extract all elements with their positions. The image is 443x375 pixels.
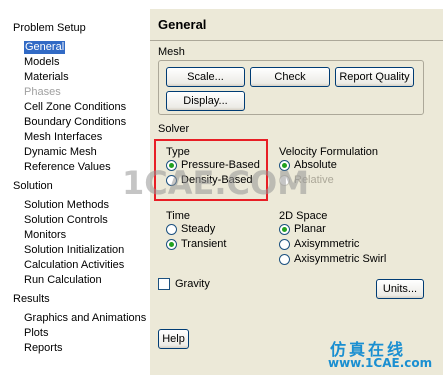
steady-label: Steady: [181, 223, 216, 235]
nav-item-calculation-activities[interactable]: Calculation Activities: [24, 259, 124, 272]
nav-solution[interactable]: Solution: [13, 180, 53, 193]
nav-item-boundary-conditions[interactable]: Boundary Conditions: [24, 116, 126, 129]
check-button[interactable]: Check: [250, 67, 330, 87]
nav-item-cell-zone-conditions[interactable]: Cell Zone Conditions: [24, 101, 126, 114]
axisymmetric-label: Axisymmetric: [294, 238, 360, 250]
nav-item-phases: Phases: [24, 86, 61, 98]
radio-selected-icon: [279, 223, 290, 235]
absolute-radio[interactable]: Absolute: [279, 158, 337, 172]
radio-selected-icon: [279, 159, 290, 171]
type-highlight-box: [154, 139, 268, 201]
time-label: Time: [166, 210, 191, 222]
axisymmetric-swirl-label: Axisymmetric Swirl: [294, 253, 387, 265]
solver-section-label: Solver: [158, 123, 190, 135]
velocity-formulation-label: Velocity Formulation: [279, 146, 379, 158]
radio-selected-icon: [166, 238, 177, 250]
nav-item-monitors[interactable]: Monitors: [24, 229, 66, 242]
nav-item-models[interactable]: Models: [24, 56, 59, 69]
units-button[interactable]: Units...: [376, 279, 424, 299]
radio-unselected-icon: [279, 253, 290, 265]
nav-item-graphics-and-animations[interactable]: Graphics and Animations: [24, 312, 146, 325]
title-divider: [150, 40, 443, 41]
relative-radio: Relative: [279, 173, 334, 187]
transient-label: Transient: [181, 238, 227, 250]
nav-item-run-calculation[interactable]: Run Calculation: [24, 274, 102, 287]
nav-item-solution-initialization[interactable]: Solution Initialization: [24, 244, 124, 257]
2d-space-label: 2D Space: [279, 210, 328, 222]
nav-item-solution-methods[interactable]: Solution Methods: [24, 199, 109, 212]
scale-button[interactable]: Scale...: [166, 67, 245, 87]
steady-radio[interactable]: Steady: [166, 222, 215, 236]
nav-item-materials[interactable]: Materials: [24, 71, 69, 84]
mesh-section-label: Mesh: [158, 46, 185, 58]
nav-problem-setup[interactable]: Problem Setup: [13, 22, 86, 35]
planar-radio[interactable]: Planar: [279, 222, 326, 236]
nav-item-reference-values[interactable]: Reference Values: [24, 161, 111, 174]
absolute-label: Absolute: [294, 159, 337, 171]
relative-label: Relative: [294, 174, 334, 186]
transient-radio[interactable]: Transient: [166, 237, 226, 251]
planar-label: Planar: [294, 223, 326, 235]
navigation-tree: Problem Setup General Models Materials P…: [0, 0, 150, 375]
watermark-corner-url: www.1CAE.com: [328, 356, 433, 370]
checkbox-unchecked-icon: [158, 278, 170, 290]
axisymmetric-radio[interactable]: Axisymmetric: [279, 237, 359, 251]
radio-unselected-icon: [166, 223, 177, 235]
nav-item-mesh-interfaces[interactable]: Mesh Interfaces: [24, 131, 102, 144]
report-quality-button[interactable]: Report Quality: [335, 67, 414, 87]
nav-item-dynamic-mesh[interactable]: Dynamic Mesh: [24, 146, 97, 159]
gravity-label: Gravity: [175, 278, 210, 290]
general-task-panel: General Mesh Scale... Check Report Quali…: [150, 9, 443, 375]
help-button[interactable]: Help: [158, 329, 189, 349]
panel-title: General: [158, 17, 207, 32]
nav-item-reports[interactable]: Reports: [24, 342, 63, 355]
radio-unselected-icon: [279, 174, 290, 186]
nav-item-solution-controls[interactable]: Solution Controls: [24, 214, 108, 227]
nav-item-plots[interactable]: Plots: [24, 327, 48, 340]
display-button[interactable]: Display...: [166, 91, 245, 111]
gravity-checkbox[interactable]: Gravity: [158, 278, 210, 290]
radio-unselected-icon: [279, 238, 290, 250]
nav-item-general[interactable]: General: [24, 41, 66, 54]
axisymmetric-swirl-radio[interactable]: Axisymmetric Swirl: [279, 252, 386, 266]
nav-results[interactable]: Results: [13, 293, 50, 306]
